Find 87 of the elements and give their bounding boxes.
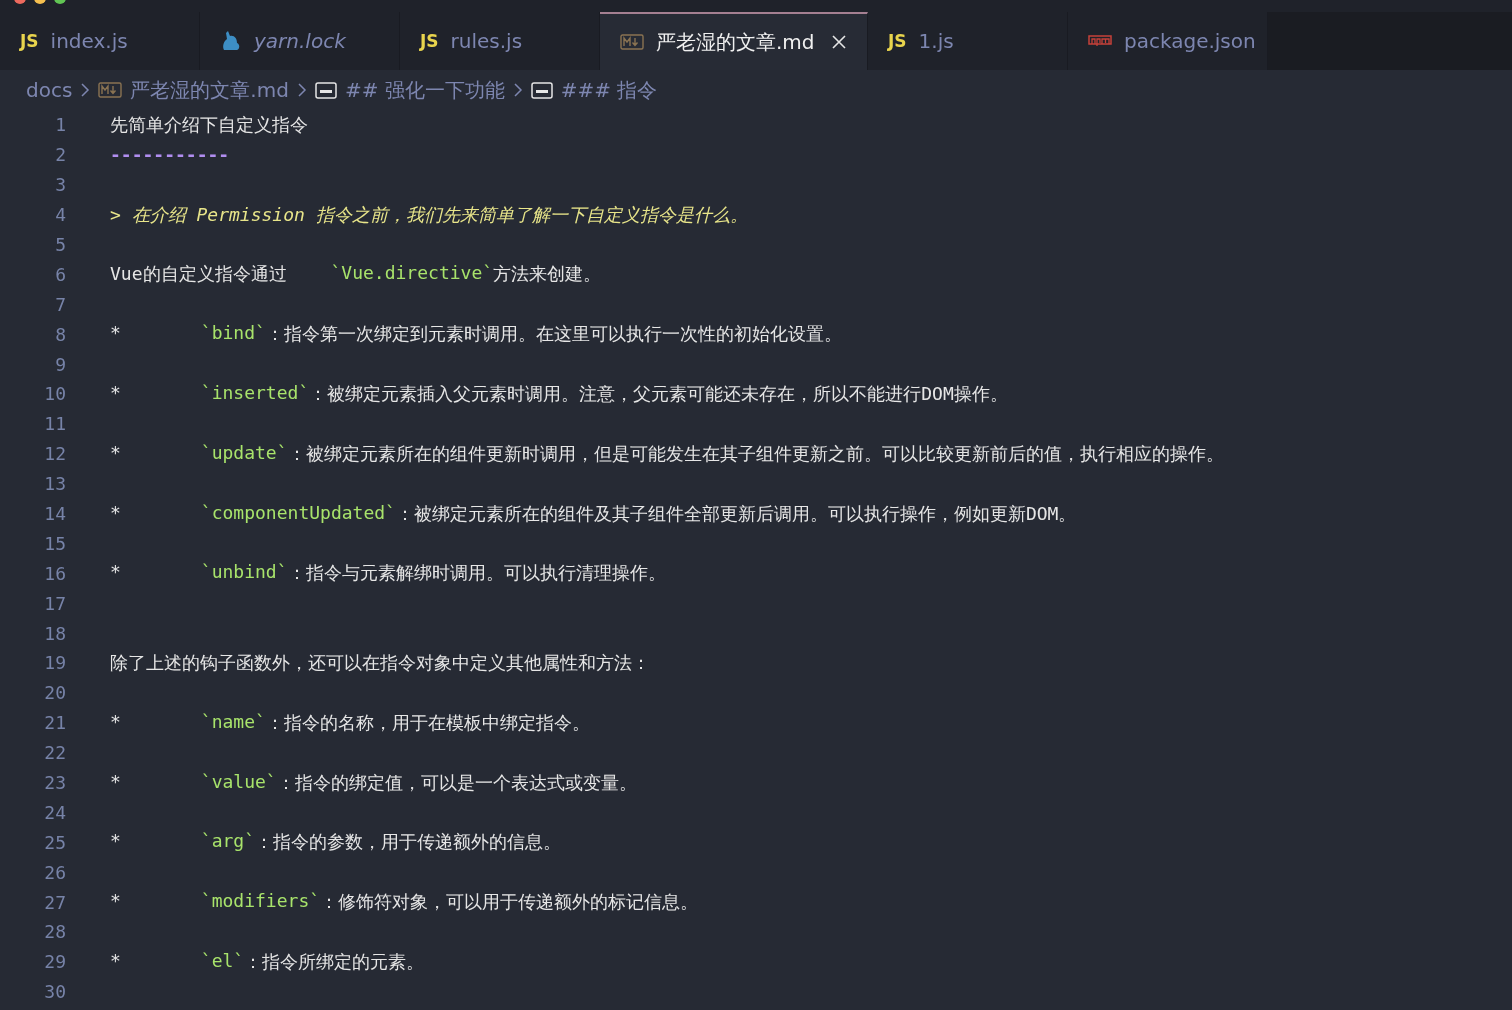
- js-file-icon: JS: [20, 31, 39, 51]
- line-number: 27: [43, 891, 66, 913]
- text-line: ：被绑定元素插入父元素时调用。注意，父元素可能还未存在，所以不能进行DOM操作。: [309, 381, 1008, 406]
- list-marker: *: [110, 830, 121, 854]
- line-number: 29: [43, 951, 66, 973]
- line-number: 3: [54, 174, 66, 196]
- text-line: ：指令的绑定值，可以是一个表达式或变量。: [276, 770, 637, 795]
- inline-code: `name`: [199, 710, 266, 734]
- line-number: 4: [54, 204, 66, 226]
- line-number: 28: [43, 921, 66, 943]
- line-number: 25: [43, 831, 66, 853]
- list-marker: *: [110, 949, 121, 973]
- line-number: 13: [43, 473, 66, 495]
- text-abc-icon: [314, 81, 337, 99]
- inline-code: `modifiers`: [199, 890, 321, 914]
- line-number: 22: [43, 742, 66, 764]
- blockquote-text: > 在介绍 Permission 指令之前，我们先来简单了解一下自定义指令是什么。: [110, 202, 748, 227]
- inline-code: `arg`: [199, 830, 256, 854]
- list-marker: *: [110, 322, 121, 346]
- editor-tab[interactable]: JS index.js: [0, 12, 200, 70]
- line-number: 24: [43, 801, 66, 823]
- line-number: 6: [54, 263, 66, 285]
- breadcrumb-item[interactable]: 严老湿的文章.md: [130, 76, 289, 104]
- list-marker: *: [110, 561, 121, 585]
- line-number: 11: [43, 413, 66, 435]
- js-file-icon: JS: [888, 31, 907, 51]
- breadcrumb-item[interactable]: docs: [26, 78, 73, 102]
- js-file-icon: JS: [420, 31, 439, 51]
- line-number: 16: [43, 562, 66, 584]
- close-icon[interactable]: [830, 34, 847, 50]
- line-number: 1: [54, 114, 66, 136]
- chevron-right-icon: [512, 82, 523, 98]
- inline-code: `componentUpdated`: [199, 501, 396, 525]
- text-line: 先简单介绍下自定义指令: [110, 112, 308, 137]
- chevron-right-icon: [296, 82, 307, 98]
- list-marker: *: [110, 381, 121, 405]
- line-number: 7: [54, 293, 66, 315]
- line-number: 20: [43, 682, 66, 704]
- list-marker: *: [110, 770, 121, 794]
- editor-tab[interactable]: JS 1.js: [868, 12, 1068, 70]
- markdown-icon: [98, 82, 123, 98]
- line-number: 23: [43, 772, 66, 794]
- inline-code: `inserted`: [199, 381, 310, 405]
- text-line: ：指令与元素解绑时调用。可以执行清理操作。: [287, 561, 666, 586]
- chevron-right-icon: [80, 82, 91, 98]
- line-number: 5: [54, 234, 66, 255]
- line-number: 9: [54, 353, 66, 375]
- text-line: ：被绑定元素所在的组件及其子组件全部更新后调用。可以执行操作，例如更新DOM。: [395, 501, 1077, 526]
- text-line: ：修饰符对象，可以用于传递额外的标记信息。: [320, 890, 699, 915]
- line-number: 10: [43, 383, 66, 405]
- list-marker: *: [110, 441, 121, 465]
- line-number: 8: [54, 323, 66, 345]
- list-marker: *: [110, 501, 121, 525]
- text-line: Vue的自定义指令通过: [110, 262, 287, 287]
- list-marker: *: [110, 710, 121, 734]
- inline-code: `bind`: [199, 322, 266, 346]
- line-number: 15: [43, 532, 66, 554]
- text-line: 方法来创建。: [493, 262, 602, 287]
- npm-icon: [1088, 35, 1112, 47]
- inline-code: `value`: [199, 770, 277, 794]
- line-number: 26: [43, 861, 66, 883]
- line-number: 17: [43, 592, 66, 614]
- text-line: ：指令的参数，用于传递额外的信息。: [255, 830, 562, 855]
- markdown-icon: [620, 34, 644, 50]
- line-number: 2: [54, 144, 66, 166]
- text-line: ：指令所绑定的元素。: [244, 949, 425, 974]
- text-line: 除了上述的钩子函数外，还可以在指令对象中定义其他属性和方法：: [110, 650, 650, 675]
- list-marker: *: [110, 890, 121, 914]
- line-number: 12: [43, 443, 66, 465]
- editor-tab[interactable]: yarn.lock: [200, 12, 400, 70]
- inline-code: `update`: [199, 441, 288, 465]
- heading-underline: -----------: [110, 144, 230, 166]
- line-number: 21: [43, 712, 66, 734]
- breadcrumb-item[interactable]: ## 强化一下功能: [344, 76, 505, 104]
- inline-code: `unbind`: [199, 561, 288, 585]
- text-line: ：指令第一次绑定到元素时调用。在这里可以执行一次性的初始化设置。: [265, 322, 842, 347]
- text-line: ：指令的名称，用于在模板中绑定指令。: [265, 710, 590, 735]
- line-number: 18: [43, 622, 66, 644]
- line-number: 19: [43, 652, 66, 674]
- editor-tab[interactable]: 严老湿的文章.md: [600, 12, 868, 70]
- breadcrumb-item[interactable]: ### 指令: [560, 76, 658, 104]
- inline-code: `el`: [199, 949, 245, 973]
- inline-code: `Vue.directive`: [329, 262, 494, 286]
- line-number: 14: [43, 503, 66, 524]
- text-abc-icon: [530, 81, 553, 99]
- text-line: ：被绑定元素所在的组件更新时调用，但是可能发生在其子组件更新之前。可以比较更新前后的值，执行相应的操作。: [287, 441, 1224, 466]
- line-number: 30: [43, 981, 66, 1003]
